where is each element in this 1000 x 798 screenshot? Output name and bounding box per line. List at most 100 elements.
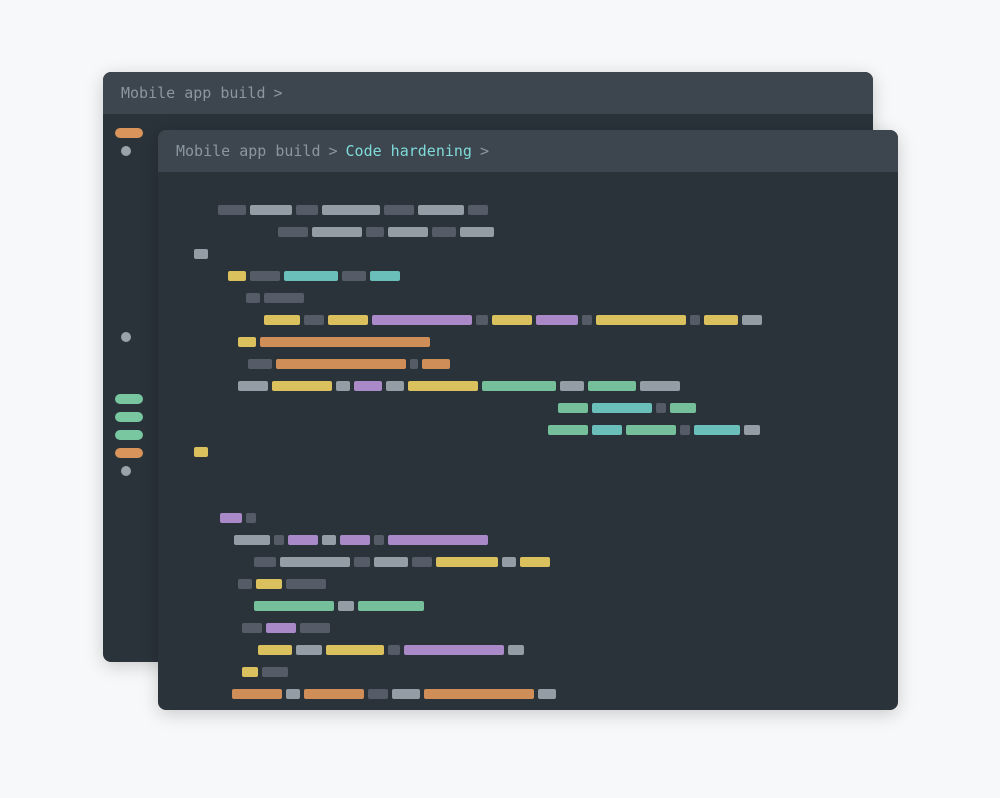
code-token xyxy=(234,535,270,545)
code-token xyxy=(248,359,272,369)
code-token xyxy=(278,227,308,237)
gutter xyxy=(115,114,149,476)
code-token xyxy=(694,425,740,435)
code-token xyxy=(296,645,322,655)
code-token xyxy=(538,689,556,699)
status-pill xyxy=(115,412,143,422)
code-token xyxy=(418,205,464,215)
code-token xyxy=(286,579,326,589)
titlebar: Mobile app build > Code hardening > xyxy=(158,130,898,172)
code-token xyxy=(558,403,588,413)
code-token xyxy=(296,205,318,215)
chevron-right-icon: > xyxy=(274,84,283,102)
code-token xyxy=(560,381,584,391)
code-row xyxy=(194,202,876,218)
code-token xyxy=(312,227,362,237)
code-token xyxy=(242,667,258,677)
code-token xyxy=(238,381,268,391)
code-token xyxy=(468,205,488,215)
code-token xyxy=(274,535,284,545)
code-token xyxy=(502,557,516,567)
code-token xyxy=(336,381,350,391)
code-row xyxy=(194,378,876,394)
code-token xyxy=(432,227,456,237)
code-token xyxy=(288,535,318,545)
log-body xyxy=(158,172,898,704)
code-token xyxy=(264,315,300,325)
code-token xyxy=(246,293,260,303)
code-token xyxy=(368,689,388,699)
status-dot xyxy=(121,466,131,476)
breadcrumb[interactable]: Mobile app build > xyxy=(121,84,283,102)
code-token xyxy=(508,645,524,655)
code-row xyxy=(194,642,876,658)
code-token xyxy=(372,315,472,325)
code-token xyxy=(744,425,760,435)
code-token xyxy=(218,205,246,215)
code-token xyxy=(386,381,404,391)
code-token xyxy=(340,535,370,545)
code-row xyxy=(194,532,876,548)
log-window-detail: Mobile app build > Code hardening > xyxy=(158,130,898,710)
code-row xyxy=(194,620,876,636)
code-token xyxy=(338,601,354,611)
code-row xyxy=(194,224,876,240)
code-token xyxy=(436,557,498,567)
code-row xyxy=(194,466,876,482)
code-token xyxy=(374,557,408,567)
chevron-right-icon: > xyxy=(329,142,338,160)
code-token xyxy=(358,601,424,611)
code-token xyxy=(238,337,256,347)
code-row xyxy=(194,444,876,460)
code-token xyxy=(326,645,384,655)
status-pill xyxy=(115,448,143,458)
code-row xyxy=(194,334,876,350)
status-dot xyxy=(121,332,131,342)
breadcrumb-item[interactable]: Mobile app build xyxy=(121,84,266,102)
code-token xyxy=(286,689,300,699)
code-token xyxy=(588,381,636,391)
code-token xyxy=(328,315,368,325)
breadcrumb-item-active[interactable]: Code hardening xyxy=(346,142,472,160)
breadcrumb[interactable]: Mobile app build > Code hardening > xyxy=(176,142,489,160)
code-token xyxy=(304,315,324,325)
code-row xyxy=(194,664,876,680)
code-token xyxy=(254,557,276,567)
code-row xyxy=(194,356,876,372)
code-token xyxy=(742,315,762,325)
code-token xyxy=(262,667,288,677)
code-row xyxy=(194,290,876,306)
code-token xyxy=(276,359,406,369)
code-token xyxy=(670,403,696,413)
code-token xyxy=(388,535,488,545)
code-token xyxy=(194,447,208,457)
code-row xyxy=(194,708,876,710)
code-token xyxy=(548,425,588,435)
code-token xyxy=(404,645,504,655)
code-token xyxy=(322,535,336,545)
code-token xyxy=(476,315,488,325)
code-token xyxy=(388,645,400,655)
code-token xyxy=(422,359,450,369)
code-token xyxy=(260,337,430,347)
code-token xyxy=(254,601,334,611)
status-pill xyxy=(115,394,143,404)
code-token xyxy=(246,513,256,523)
code-token xyxy=(266,623,296,633)
code-token xyxy=(412,557,432,567)
code-row xyxy=(194,576,876,592)
code-token xyxy=(492,315,532,325)
code-token xyxy=(256,579,282,589)
code-token xyxy=(392,689,420,699)
code-token xyxy=(374,535,384,545)
code-token xyxy=(460,227,494,237)
code-token xyxy=(370,271,400,281)
breadcrumb-item[interactable]: Mobile app build xyxy=(176,142,321,160)
code-token xyxy=(284,271,338,281)
code-token xyxy=(582,315,592,325)
code-token xyxy=(626,425,676,435)
titlebar: Mobile app build > xyxy=(103,72,873,114)
code-row xyxy=(194,488,876,504)
code-row xyxy=(194,510,876,526)
code-token xyxy=(342,271,366,281)
